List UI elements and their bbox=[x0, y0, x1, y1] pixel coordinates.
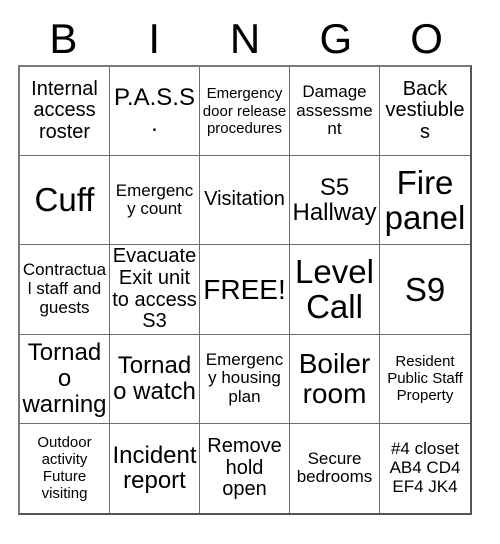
bingo-cell-label: Incident report bbox=[112, 441, 197, 495]
bingo-cell-label: Tornado warning bbox=[22, 339, 107, 418]
bingo-cell[interactable]: Resident Public Staff Property bbox=[380, 334, 470, 424]
bingo-cell[interactable]: Cuff bbox=[20, 156, 110, 246]
bingo-cell[interactable]: Outdoor activity Future visiting bbox=[20, 423, 110, 513]
bingo-grid: Internal access roster P.A.S.S. Emergency … bbox=[18, 65, 472, 515]
bingo-cell-free-space[interactable]: FREE! bbox=[200, 245, 290, 335]
bingo-cell-label: Secure bedrooms bbox=[296, 448, 373, 487]
bingo-cell[interactable]: Secure bedrooms bbox=[290, 423, 380, 513]
bingo-cell-label: Level Call bbox=[295, 252, 374, 326]
bingo-cell[interactable]: Incident report bbox=[110, 423, 200, 513]
bingo-cell[interactable]: Evacuate Exit unit to access S3 bbox=[110, 245, 200, 335]
bingo-cell-label: Outdoor activity Future visiting bbox=[37, 434, 92, 503]
bingo-cell-label: P.A.S.S. bbox=[114, 84, 195, 138]
bingo-cell[interactable]: Boiler room bbox=[290, 334, 380, 424]
bingo-header-letter-i: I bbox=[148, 15, 161, 62]
bingo-cell-label: Emergency housing plan bbox=[205, 349, 284, 407]
bingo-cell[interactable]: Emergency count bbox=[110, 156, 200, 246]
bingo-header-letter-b: B bbox=[49, 15, 78, 62]
bingo-cell[interactable]: Back vestiubles bbox=[380, 67, 470, 157]
bingo-cell-label: Internal access roster bbox=[31, 77, 98, 143]
bingo-cell-label: S5 Hallway bbox=[292, 173, 377, 227]
bingo-cell-label: Cuff bbox=[34, 181, 95, 219]
bingo-cell[interactable]: Level Call bbox=[290, 245, 380, 335]
bingo-cell[interactable]: Fire panel bbox=[380, 156, 470, 246]
bingo-cell[interactable]: Contractual staff and guests bbox=[20, 245, 110, 335]
bingo-cell-label: Back vestiubles bbox=[385, 77, 465, 143]
bingo-cell-label: Emergency door release procedures bbox=[202, 85, 287, 137]
bingo-cell[interactable]: Tornado watch bbox=[110, 334, 200, 424]
bingo-cell[interactable]: Internal access roster bbox=[20, 67, 110, 157]
bingo-cell-label: Resident Public Staff Property bbox=[387, 353, 463, 405]
bingo-cell[interactable]: S9 bbox=[380, 245, 470, 335]
bingo-cell[interactable]: Visitation bbox=[200, 156, 290, 246]
bingo-header-letter-n: N bbox=[229, 15, 261, 62]
bingo-cell[interactable]: S5 Hallway bbox=[290, 156, 380, 246]
bingo-cell[interactable]: Remove hold open bbox=[200, 423, 290, 513]
bingo-card: B I N G O Internal access roster P.A.S.S.… bbox=[0, 0, 500, 544]
bingo-cell-label: Damage assessment bbox=[296, 82, 373, 139]
bingo-cell-label: FREE! bbox=[203, 273, 286, 305]
bingo-cell[interactable]: Emergency door release procedures bbox=[200, 67, 290, 157]
bingo-cell-label: Emergency count bbox=[115, 180, 194, 219]
bingo-cell-label: Fire panel bbox=[384, 163, 466, 237]
bingo-header: B I N G O bbox=[18, 14, 472, 64]
bingo-cell-label: Evacuate Exit unit to access S3 bbox=[112, 245, 197, 333]
bingo-cell[interactable]: Damage assessment bbox=[290, 67, 380, 157]
bingo-cell[interactable]: Tornado warning bbox=[20, 334, 110, 424]
bingo-cell-label: Contractual staff and guests bbox=[22, 260, 107, 317]
bingo-cell-label: Boiler room bbox=[298, 348, 371, 409]
bingo-cell[interactable]: P.A.S.S. bbox=[110, 67, 200, 157]
bingo-header-letter-o: O bbox=[410, 15, 443, 62]
bingo-cell[interactable]: Emergency housing plan bbox=[200, 334, 290, 424]
bingo-cell-label: Tornado watch bbox=[113, 352, 196, 405]
bingo-cell-label: Remove hold open bbox=[207, 435, 282, 501]
bingo-header-letter-g: G bbox=[319, 15, 353, 62]
bingo-cell-label: S9 bbox=[404, 270, 446, 308]
bingo-cell-label: Visitation bbox=[204, 188, 285, 211]
bingo-cell-label: #4 closet AB4 CD4 EF4 JK4 bbox=[389, 439, 461, 496]
bingo-cell[interactable]: #4 closet AB4 CD4 EF4 JK4 bbox=[380, 423, 470, 513]
